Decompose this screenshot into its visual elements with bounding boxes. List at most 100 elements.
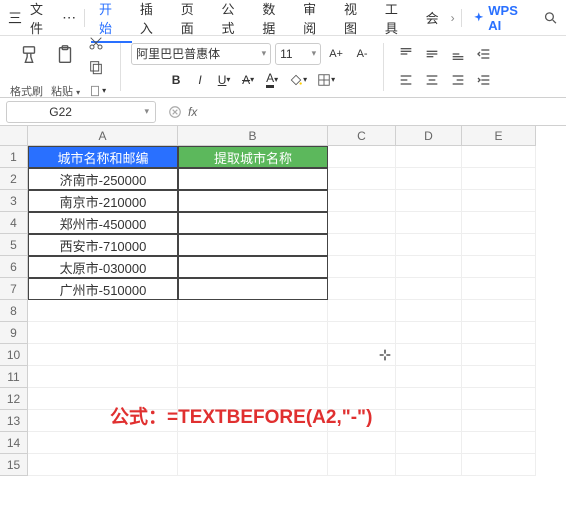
name-box[interactable]: G22 ▾ xyxy=(6,101,156,123)
row-header[interactable]: 12 xyxy=(0,388,28,410)
format-painter-button[interactable] xyxy=(12,40,46,70)
row-header[interactable]: 11 xyxy=(0,366,28,388)
strikethrough-button[interactable]: A▾ xyxy=(237,69,259,91)
col-header-c[interactable]: C xyxy=(328,126,396,146)
cell[interactable] xyxy=(462,146,536,168)
cell[interactable] xyxy=(178,454,328,476)
row-header[interactable]: 5 xyxy=(0,234,28,256)
row-header[interactable]: 9 xyxy=(0,322,28,344)
align-left-button[interactable] xyxy=(394,69,418,91)
col-header-a[interactable]: A xyxy=(28,126,178,146)
cell[interactable] xyxy=(178,366,328,388)
cell[interactable] xyxy=(328,256,396,278)
align-middle-button[interactable] xyxy=(420,43,444,65)
cell[interactable] xyxy=(396,256,462,278)
cell[interactable] xyxy=(28,300,178,322)
cell[interactable] xyxy=(396,190,462,212)
font-name-select[interactable]: 阿里巴巴普惠体 ▾ xyxy=(131,43,271,65)
cell[interactable] xyxy=(328,432,396,454)
cell[interactable] xyxy=(396,300,462,322)
cell[interactable] xyxy=(462,190,536,212)
cell[interactable] xyxy=(462,322,536,344)
cut-button[interactable] xyxy=(84,32,108,54)
font-increase-button[interactable]: A+ xyxy=(325,43,347,65)
cell[interactable] xyxy=(396,146,462,168)
cell[interactable] xyxy=(328,322,396,344)
tab-data[interactable]: 数据 xyxy=(254,0,295,43)
cell[interactable] xyxy=(178,190,328,212)
cell[interactable] xyxy=(178,212,328,234)
borders-button[interactable]: ▾ xyxy=(313,69,339,91)
cell[interactable]: 城市名称和邮编 xyxy=(28,146,178,168)
cell[interactable] xyxy=(328,454,396,476)
cell[interactable] xyxy=(178,432,328,454)
row-header[interactable]: 1 xyxy=(0,146,28,168)
fill-color-button[interactable]: ▾ xyxy=(285,69,311,91)
italic-button[interactable]: I xyxy=(189,69,211,91)
col-header-b[interactable]: B xyxy=(178,126,328,146)
cell[interactable] xyxy=(462,256,536,278)
cell[interactable] xyxy=(396,388,462,410)
more-menu[interactable]: ⋯ xyxy=(62,9,76,26)
cell[interactable] xyxy=(462,234,536,256)
bold-button[interactable]: B xyxy=(165,69,187,91)
cell[interactable] xyxy=(396,454,462,476)
tab-review[interactable]: 审阅 xyxy=(295,0,336,43)
cell[interactable]: 太原市-030000 xyxy=(28,256,178,278)
cell[interactable] xyxy=(328,168,396,190)
cell[interactable] xyxy=(396,344,462,366)
tab-formula[interactable]: 公式 xyxy=(214,0,255,43)
cell[interactable] xyxy=(328,212,396,234)
cell[interactable] xyxy=(462,410,536,432)
cell[interactable] xyxy=(462,454,536,476)
cell[interactable] xyxy=(328,146,396,168)
tabs-overflow[interactable]: › xyxy=(447,11,459,25)
cell[interactable] xyxy=(178,234,328,256)
row-header[interactable]: 13 xyxy=(0,410,28,432)
cell[interactable] xyxy=(328,190,396,212)
wps-ai-button[interactable]: WPS AI xyxy=(472,3,533,33)
tab-insert[interactable]: 插入 xyxy=(132,0,173,43)
cell[interactable] xyxy=(462,278,536,300)
cell[interactable]: 郑州市-450000 xyxy=(28,212,178,234)
tab-page[interactable]: 页面 xyxy=(173,0,214,43)
paste-label[interactable]: 粘贴 ▾ xyxy=(51,83,80,99)
cell[interactable] xyxy=(28,454,178,476)
cell[interactable] xyxy=(28,322,178,344)
cancel-fx-icon[interactable] xyxy=(168,105,182,119)
row-header[interactable]: 3 xyxy=(0,190,28,212)
cell[interactable] xyxy=(328,278,396,300)
cell[interactable] xyxy=(178,256,328,278)
cell[interactable] xyxy=(396,366,462,388)
cell[interactable] xyxy=(462,366,536,388)
cell[interactable] xyxy=(328,366,396,388)
font-decrease-button[interactable]: A- xyxy=(351,43,373,65)
cell[interactable] xyxy=(462,168,536,190)
row-header[interactable]: 4 xyxy=(0,212,28,234)
hamburger-icon[interactable]: 三 xyxy=(8,8,22,28)
cell[interactable]: 提取城市名称 xyxy=(178,146,328,168)
cell[interactable] xyxy=(396,410,462,432)
cell[interactable] xyxy=(28,366,178,388)
indent-increase-button[interactable] xyxy=(472,69,496,91)
cell[interactable] xyxy=(396,234,462,256)
cell[interactable]: 南京市-210000 xyxy=(28,190,178,212)
row-header[interactable]: 8 xyxy=(0,300,28,322)
align-right-button[interactable] xyxy=(446,69,470,91)
cell[interactable] xyxy=(462,388,536,410)
cell[interactable]: 西安市-710000 xyxy=(28,234,178,256)
cell[interactable] xyxy=(178,278,328,300)
row-header[interactable]: 6 xyxy=(0,256,28,278)
cell[interactable]: 广州市-510000 xyxy=(28,278,178,300)
cell[interactable] xyxy=(328,234,396,256)
copy-button[interactable] xyxy=(84,56,108,78)
search-icon[interactable] xyxy=(543,10,559,26)
clipboard-more-button[interactable]: ▾ xyxy=(84,80,110,102)
align-top-button[interactable] xyxy=(394,43,418,65)
row-header[interactable]: 2 xyxy=(0,168,28,190)
align-bottom-button[interactable] xyxy=(446,43,470,65)
row-header[interactable]: 15 xyxy=(0,454,28,476)
cell[interactable] xyxy=(396,322,462,344)
cell[interactable] xyxy=(178,168,328,190)
cell[interactable] xyxy=(462,432,536,454)
